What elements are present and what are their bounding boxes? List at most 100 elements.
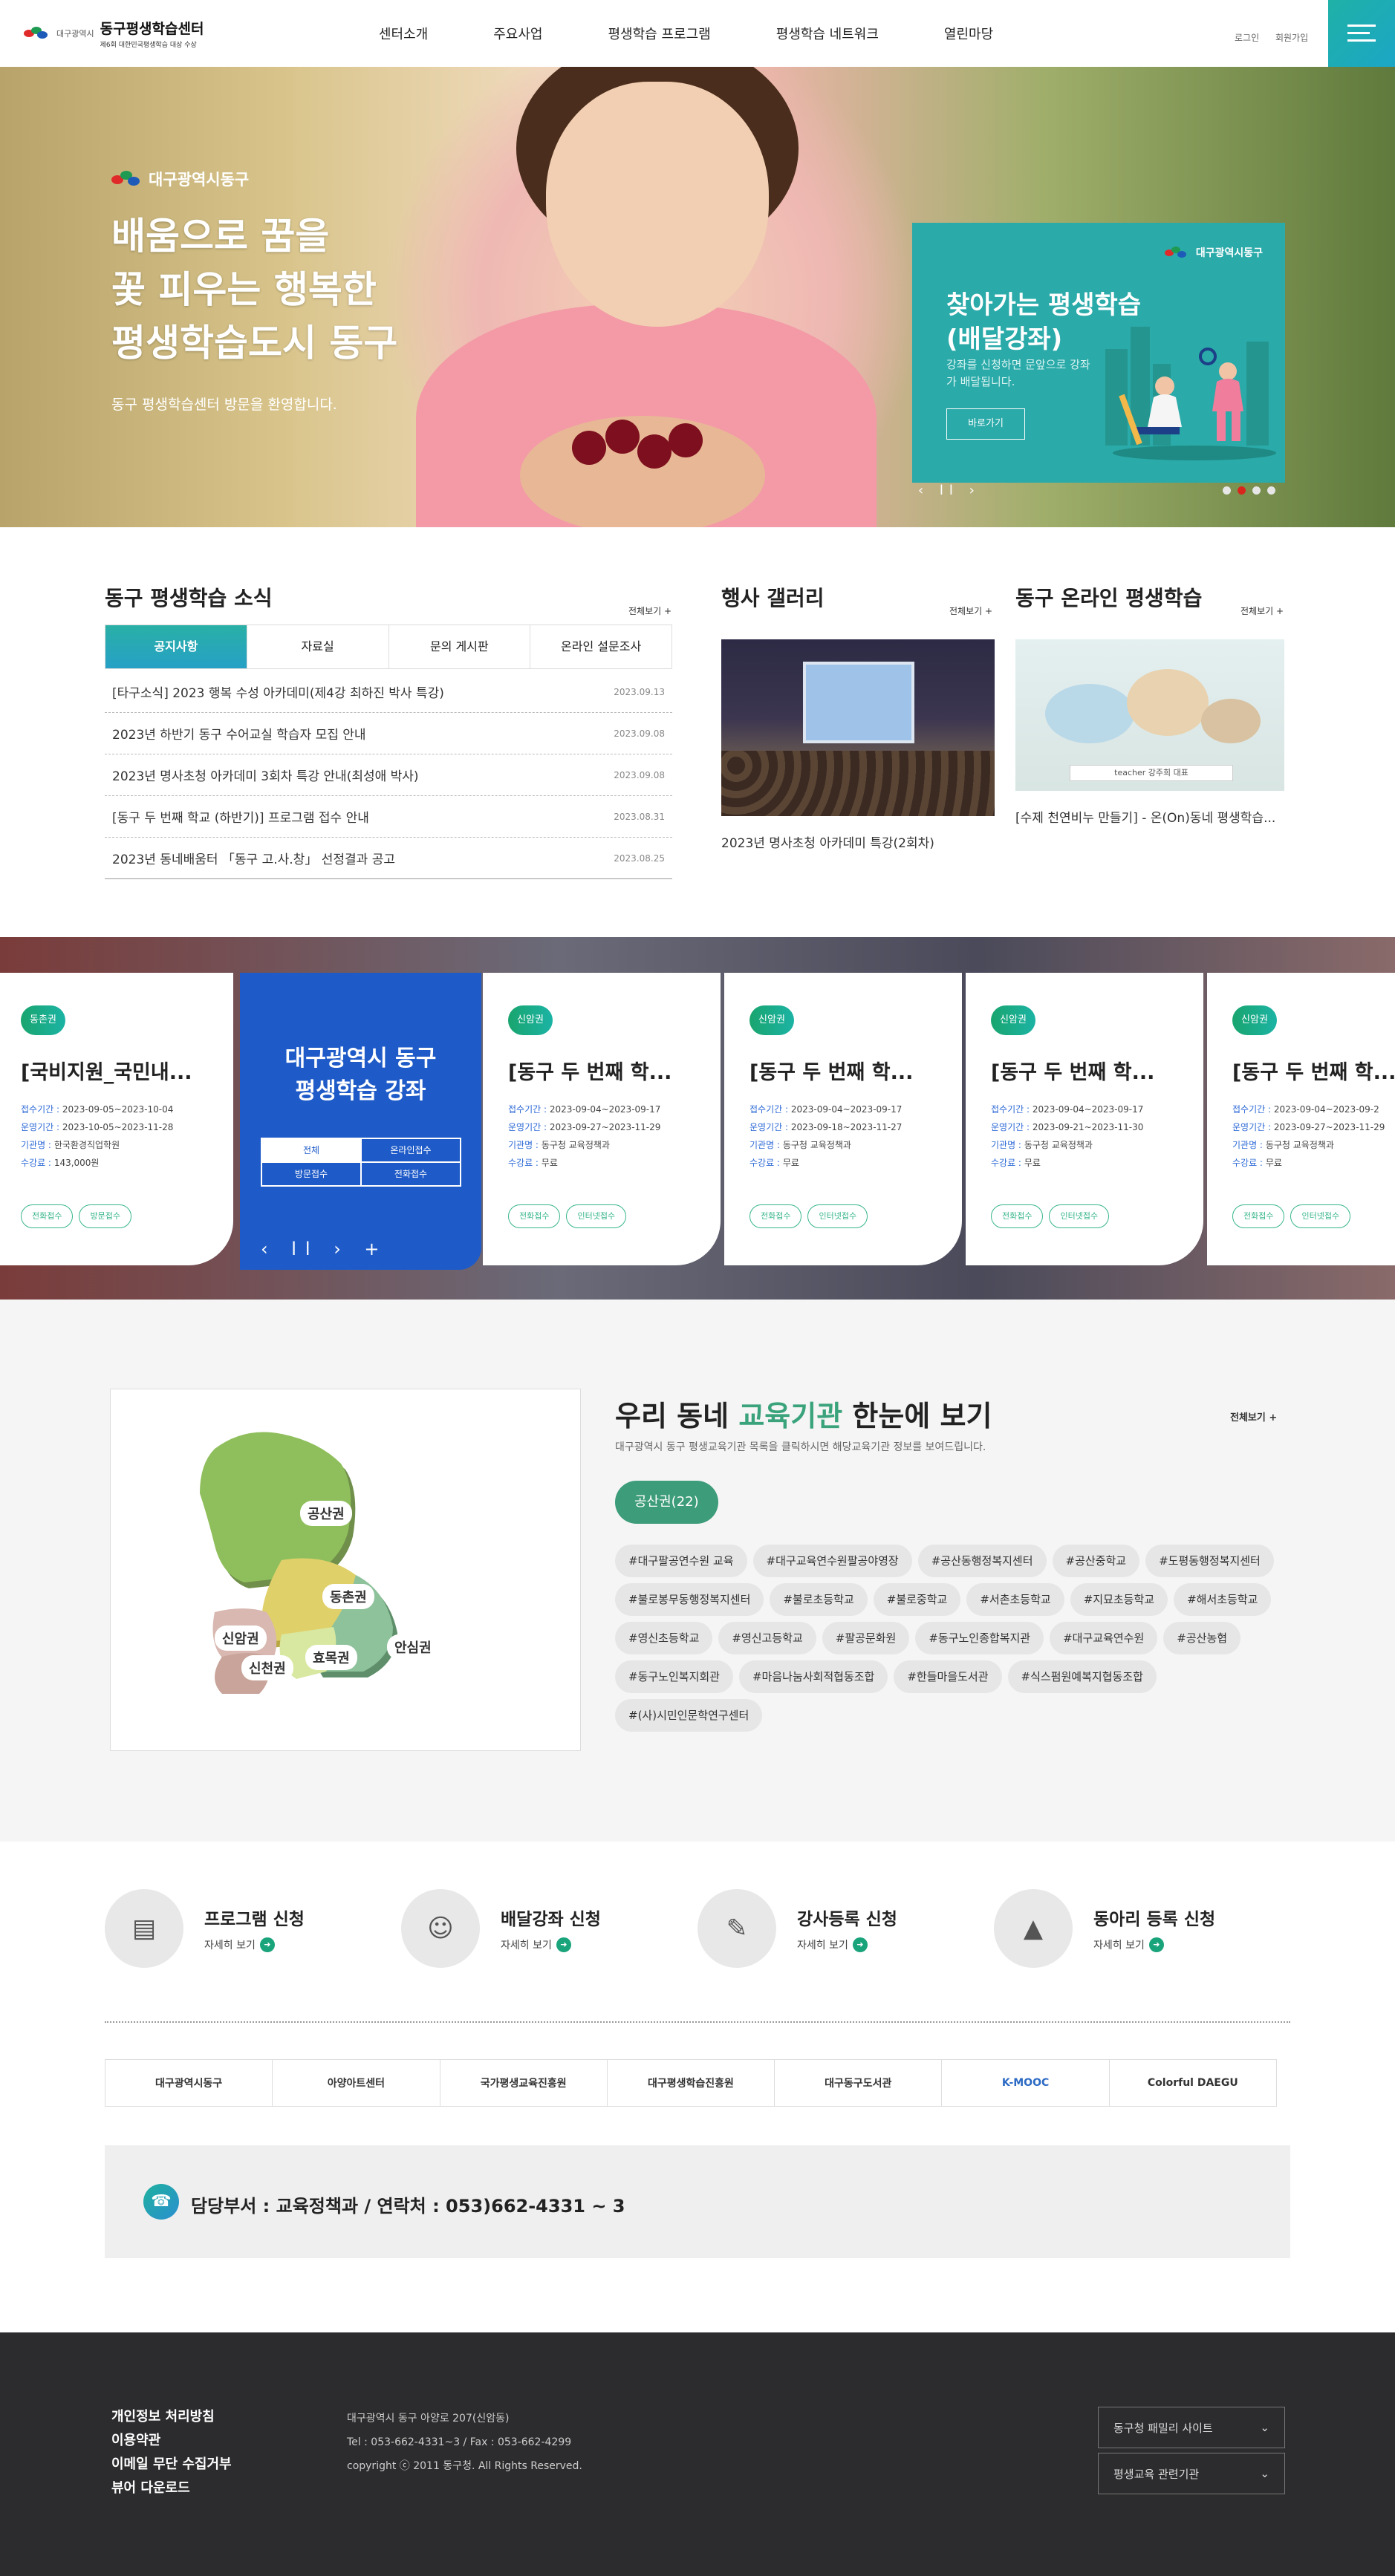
institution-tag[interactable]: #대구팔공연수원 교육 [615,1545,747,1577]
institution-tag[interactable]: #동구노인복지회관 [615,1660,733,1693]
phone-apply-button[interactable]: 전화접수 [749,1204,802,1228]
partner-logo[interactable]: 국가평생교육진흥원 [440,2060,608,2106]
institution-tag[interactable]: #한들마을도서관 [894,1660,1002,1693]
online-apply-button[interactable]: 인터넷접수 [1049,1204,1110,1228]
phone-apply-button[interactable]: 전화접수 [508,1204,561,1228]
footer-link-terms[interactable]: 이용약관 [111,2429,232,2453]
institution-tag[interactable]: #해서초등학교 [1174,1583,1272,1616]
quick-club[interactable]: ▲ 동아리 등록 신청 자세히 보기 ➜ [994,1889,1215,1968]
institution-tag[interactable]: #불로초등학교 [770,1583,868,1616]
partner-logo[interactable]: K-MOOC [942,2060,1110,2106]
pagination-dot[interactable] [1223,486,1231,495]
institution-tag[interactable]: #팔공문화원 [822,1622,910,1654]
phone-apply-button[interactable]: 전화접수 [1232,1204,1285,1228]
institution-tag[interactable]: #지묘초등학교 [1070,1583,1168,1616]
list-item[interactable]: 2023년 하반기 동구 수어교실 학습자 모집 안내 2023.09.08 [105,713,672,754]
region-label[interactable]: 동촌권 [322,1584,374,1609]
institution-tag[interactable]: #영신고등학교 [718,1622,816,1654]
quick-more[interactable]: 자세히 보기 ➜ [501,1937,601,1952]
institution-tag[interactable]: #대구교육연수원 [1050,1622,1158,1654]
region-label[interactable]: 신암권 [215,1626,267,1651]
institution-tag[interactable]: #공산중학교 [1052,1545,1140,1577]
pagination-dot[interactable] [1267,486,1275,495]
gallery-photo[interactable] [721,639,995,816]
institution-tag[interactable]: #식스펌원예복지협동조합 [1007,1660,1157,1693]
quick-more[interactable]: 자세히 보기 ➜ [797,1937,897,1952]
quick-program[interactable]: ▤ 프로그램 신청 자세히 보기 ➜ [105,1889,305,1968]
pagination-dot[interactable] [1252,486,1261,495]
filter-online[interactable]: 온라인접수 [361,1138,461,1162]
signup-link[interactable]: 회원가입 [1275,33,1308,43]
phone-apply-button[interactable]: 전화접수 [21,1204,74,1228]
institution-tag[interactable]: #공산동행정복지센터 [917,1545,1047,1577]
footer-link-privacy[interactable]: 개인정보 처리방침 [111,2405,232,2429]
course-card[interactable]: 신암권 [동구 두 번째 학... 접수기간 : 2023-09-04~2023… [966,973,1203,1265]
nav-item-business[interactable]: 주요사업 [493,24,542,43]
filter-phone[interactable]: 전화접수 [361,1162,461,1186]
institution-tag[interactable]: #불로중학교 [873,1583,961,1616]
news-more-link[interactable]: 전체보기 + [628,604,672,617]
list-item[interactable]: [타구소식] 2023 행복 수성 아카데미(제4강 최하진 박사 특강) 202… [105,671,672,713]
region-label[interactable]: 효목권 [305,1645,357,1670]
online-apply-button[interactable]: 인터넷접수 [1290,1204,1351,1228]
quick-more[interactable]: 자세히 보기 ➜ [1093,1937,1215,1952]
family-site-select[interactable]: 동구청 패밀리 사이트 ⌄ [1098,2407,1285,2448]
online-apply-button[interactable]: 인터넷접수 [566,1204,627,1228]
nav-item-board[interactable]: 열린마당 [944,24,993,43]
tab-inquiry[interactable]: 문의 게시판 [389,625,531,668]
filter-visit[interactable]: 방문접수 [261,1162,361,1186]
nav-item-center[interactable]: 센터소개 [379,24,428,43]
pagination-dot-active[interactable] [1238,486,1246,495]
institution-tag[interactable]: #불로봉무동행정복지센터 [615,1583,764,1616]
gallery-more-link[interactable]: 전체보기 + [949,604,992,617]
tab-resources[interactable]: 자료실 [247,625,389,668]
tab-survey[interactable]: 온라인 설문조사 [530,625,672,668]
region-label[interactable]: 공산권 [300,1501,352,1526]
institution-tag[interactable]: #동구노인종합복지관 [915,1622,1044,1654]
course-card[interactable]: 신암권 [동구 두 번째 학... 접수기간 : 2023-09-04~2023… [1207,973,1395,1265]
course-card[interactable]: 신암권 [동구 두 번째 학... 접수기간 : 2023-09-04~2023… [483,973,721,1265]
institution-tag[interactable]: #영신초등학교 [615,1622,713,1654]
institution-tag[interactable]: #도평동행정복지센터 [1145,1545,1274,1577]
quick-more[interactable]: 자세히 보기 ➜ [204,1937,305,1952]
phone-apply-button[interactable]: 전화접수 [991,1204,1044,1228]
region-label[interactable]: 신천권 [241,1655,293,1680]
visit-apply-button[interactable]: 방문접수 [79,1204,131,1228]
quick-instructor[interactable]: ✎ 강사등록 신청 자세히 보기 ➜ [698,1889,897,1968]
partner-logo[interactable]: 대구평생학습진흥원 [608,2060,775,2106]
institution-tag[interactable]: #공산농협 [1163,1622,1241,1654]
partner-logo[interactable]: 대구동구도서관 [775,2060,943,2106]
tab-notice[interactable]: 공지사항 [105,625,247,668]
region-label[interactable]: 안심권 [387,1634,439,1660]
selected-area-pill[interactable]: 공산권(22) [615,1481,718,1524]
related-site-select[interactable]: 평생교육 관련기관 ⌄ [1098,2453,1285,2494]
partner-logo[interactable]: 대구광역시동구 [105,2060,273,2106]
list-item[interactable]: [동구 두 번째 학교 (하반기)] 프로그램 접수 안내 2023.08.31 [105,796,672,838]
course-card[interactable]: 동촌권 [국비지원_국민내... 접수기간 : 2023-09-05~2023-… [0,973,233,1265]
login-link[interactable]: 로그인 [1235,33,1259,43]
quick-delivery[interactable]: ☺ 배달강좌 신청 자세히 보기 ➜ [401,1889,601,1968]
partner-logo[interactable]: Colorful DAEGU [1110,2060,1276,2106]
nav-item-network[interactable]: 평생학습 네트워크 [776,24,879,43]
list-item[interactable]: 2023년 명사초청 아카데미 3회차 특강 안내(최성애 박사) 2023.09… [105,754,672,796]
map-more-link[interactable]: 전체보기 + [1230,1409,1277,1424]
institution-tag[interactable]: #대구교육연수원팔공야영장 [752,1545,912,1577]
list-item[interactable]: 2023년 동네배움터 「동구 고.사.창」 선정결과 공고 2023.08.25 [105,838,672,879]
promo-go-button[interactable]: 바로가기 [946,408,1025,440]
hero-slider-controls[interactable]: ‹ ll › [918,483,981,498]
promo-card[interactable]: 대구광역시동구 찾아가는 평생학습 (배달강좌) 강좌를 신청하면 문앞으로 강… [912,223,1285,483]
course-slider-controls[interactable]: ‹ ll › + [261,1239,388,1259]
online-more-link[interactable]: 전체보기 + [1240,604,1284,617]
gallery-caption[interactable]: 2023년 명사초청 아카데미 특강(2회차) [721,832,934,851]
online-apply-button[interactable]: 인터넷접수 [807,1204,868,1228]
institution-tag[interactable]: #(사)시민인문학연구센터 [615,1699,763,1732]
institution-tag[interactable]: #마음나눔사회적협동조합 [738,1660,888,1693]
partner-logo[interactable]: 아양아트센터 [273,2060,440,2106]
footer-link-email[interactable]: 이메일 무단 수집거부 [111,2453,232,2476]
site-logo[interactable]: 대구광역시 동구평생학습센터 제6회 대한민국평생학습 대상 수상 [24,18,204,49]
nav-item-program[interactable]: 평생학습 프로그램 [608,24,711,43]
footer-link-viewer[interactable]: 뷰어 다운로드 [111,2476,232,2500]
institution-tag[interactable]: #서촌초등학교 [966,1583,1064,1616]
hamburger-menu-icon[interactable] [1328,0,1395,67]
online-caption[interactable]: [수제 천연비누 만들기] - 온(On)동네 평생학습... [1015,807,1275,826]
